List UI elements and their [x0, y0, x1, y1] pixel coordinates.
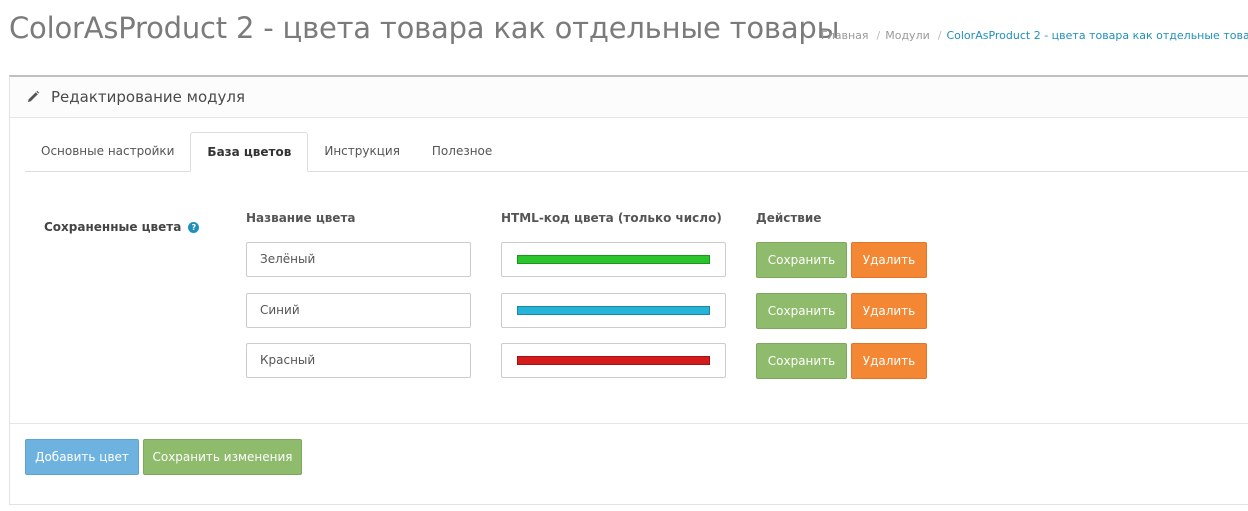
column-header-html-code: HTML-код цвета (только число) [501, 211, 722, 225]
save-color-button[interactable]: Сохранить [756, 293, 847, 329]
save-color-button[interactable]: Сохранить [756, 242, 847, 278]
tab-useful[interactable]: Полезное [416, 132, 508, 170]
color-code-input[interactable] [501, 343, 726, 378]
color-name-input[interactable]: Зелёный [246, 242, 471, 277]
help-icon[interactable]: ? [188, 221, 200, 233]
tab-instructions[interactable]: Инструкция [308, 132, 416, 170]
tab-bar: Основные настройки База цветов Инструкци… [25, 132, 1248, 172]
panel-divider [10, 423, 1248, 424]
color-code-input[interactable] [501, 242, 726, 277]
save-color-button[interactable]: Сохранить [756, 343, 847, 379]
color-swatch [517, 306, 710, 315]
column-header-name: Название цвета [246, 211, 356, 225]
delete-color-button[interactable]: Удалить [851, 242, 927, 278]
delete-color-button[interactable]: Удалить [851, 343, 927, 379]
column-header-action: Действие [756, 211, 822, 225]
color-name-input[interactable]: Синий [246, 293, 471, 328]
color-code-input[interactable] [501, 293, 726, 328]
tab-color-base[interactable]: База цветов [190, 132, 309, 172]
module-edit-panel: Редактирование модуля Основные настройки… [9, 75, 1248, 505]
breadcrumb-item-home[interactable]: Главная [821, 29, 869, 42]
page-title: ColorAsProduct 2 - цвета товара как отде… [9, 11, 840, 45]
color-name-input[interactable]: Красный [246, 343, 471, 378]
breadcrumb-item-modules[interactable]: Модули [885, 29, 930, 42]
breadcrumb-separator: / [937, 29, 942, 42]
saved-colors-label: Сохраненные цвета ? [44, 220, 200, 234]
color-swatch [517, 356, 710, 365]
color-swatch [517, 255, 710, 264]
breadcrumb-separator: / [876, 29, 881, 42]
add-color-button[interactable]: Добавить цвет [25, 439, 139, 475]
save-changes-button[interactable]: Сохранить изменения [143, 439, 302, 475]
breadcrumb-item-current[interactable]: ColorAsProduct 2 - цвета товара как отде… [946, 29, 1248, 42]
breadcrumb: Главная / Модули / ColorAsProduct 2 - цв… [821, 29, 1248, 42]
tab-main-settings[interactable]: Основные настройки [25, 132, 190, 170]
panel-heading: Редактирование модуля [10, 77, 1248, 118]
pencil-icon [28, 90, 40, 102]
delete-color-button[interactable]: Удалить [851, 293, 927, 329]
saved-colors-label-text: Сохраненные цвета [44, 220, 182, 234]
panel-heading-title: Редактирование модуля [51, 88, 246, 106]
